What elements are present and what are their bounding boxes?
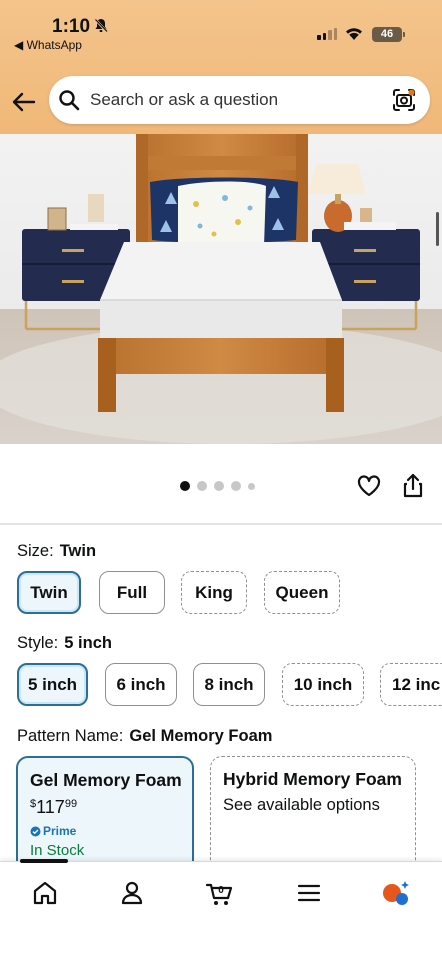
heart-icon[interactable] — [356, 473, 382, 499]
rufus-assistant-icon[interactable] — [381, 878, 411, 908]
camera-search-icon[interactable] — [391, 87, 417, 113]
size-label-text: Size: — [17, 542, 54, 560]
style-option-12-inch[interactable]: 12 inc — [380, 663, 442, 706]
section-divider — [0, 523, 442, 525]
account-icon[interactable] — [117, 878, 147, 908]
style-label: Style: 5 inch — [17, 634, 112, 653]
bed-illustration — [0, 134, 442, 444]
size-option-twin[interactable]: Twin — [17, 571, 81, 614]
back-arrow-icon[interactable] — [10, 88, 38, 116]
menu-icon[interactable] — [294, 878, 324, 908]
search-bar[interactable]: Search or ask a question — [49, 76, 430, 124]
size-option-king[interactable]: King — [181, 571, 247, 614]
style-option-6-inch[interactable]: 6 inch — [105, 663, 177, 706]
pattern-card-title: Gel Memory Foam — [30, 770, 182, 790]
prime-label: Prime — [43, 824, 77, 838]
image-carousel-dots[interactable] — [180, 481, 255, 491]
bottom-nav: 0 — [0, 859, 442, 960]
style-option-8-inch[interactable]: 8 inch — [193, 663, 265, 706]
carousel-dot[interactable] — [180, 481, 190, 491]
style-option-5-inch[interactable]: 5 inch — [17, 663, 88, 706]
cart-icon[interactable]: 0 — [205, 878, 235, 908]
status-bar: 1:10 ◀ WhatsApp 46 — [0, 0, 442, 62]
pattern-label: Pattern Name: Gel Memory Foam — [17, 727, 272, 746]
size-option-queen[interactable]: Queen — [264, 571, 340, 614]
carousel-dot[interactable] — [214, 481, 224, 491]
prime-badge: Prime — [30, 824, 180, 838]
battery-indicator: 46 — [372, 27, 405, 42]
bell-muted-icon — [94, 18, 108, 33]
pattern-selected-value: Gel Memory Foam — [129, 727, 273, 745]
style-label-text: Style: — [17, 634, 59, 652]
carousel-dot[interactable] — [248, 482, 255, 490]
status-time: 1:10 — [52, 16, 91, 37]
search-input[interactable]: Search or ask a question — [90, 90, 278, 110]
pattern-label-text: Pattern Name: — [17, 727, 124, 745]
size-label: Size: Twin — [17, 542, 96, 561]
price: $11799 — [30, 797, 180, 818]
back-to-whatsapp-link[interactable]: ◀ WhatsApp — [14, 38, 82, 52]
size-selected-value: Twin — [59, 542, 97, 560]
search-icon — [59, 90, 80, 111]
pattern-card-gel-memory-foam[interactable]: Gel Memory Foam $11799 Prime In Stock — [16, 756, 194, 876]
stock-status: In Stock — [30, 842, 85, 859]
product-image[interactable] — [0, 134, 442, 444]
home-icon[interactable] — [30, 878, 60, 908]
header: 1:10 ◀ WhatsApp 46 Search or ask a quest… — [0, 0, 442, 134]
svg-text:0: 0 — [218, 885, 224, 896]
prime-check-icon — [30, 826, 41, 836]
wifi-icon — [346, 28, 362, 40]
cellular-signal-icon — [317, 28, 337, 40]
style-selected-value: 5 inch — [64, 634, 112, 652]
pattern-card-title: Hybrid Memory Foam — [223, 769, 402, 789]
active-tab-indicator — [20, 859, 68, 863]
carousel-dot[interactable] — [231, 481, 241, 491]
see-available-options: See available options — [223, 796, 380, 814]
size-option-full[interactable]: Full — [99, 571, 165, 614]
page-scroll-indicator — [436, 212, 439, 246]
style-option-10-inch[interactable]: 10 inch — [282, 663, 364, 706]
pattern-card-hybrid-memory-foam[interactable]: Hybrid Memory Foam See available options — [210, 756, 416, 876]
share-icon[interactable] — [401, 473, 425, 499]
price-whole: 117 — [36, 797, 65, 817]
carousel-dot[interactable] — [197, 481, 207, 491]
price-fraction: 99 — [64, 798, 78, 810]
